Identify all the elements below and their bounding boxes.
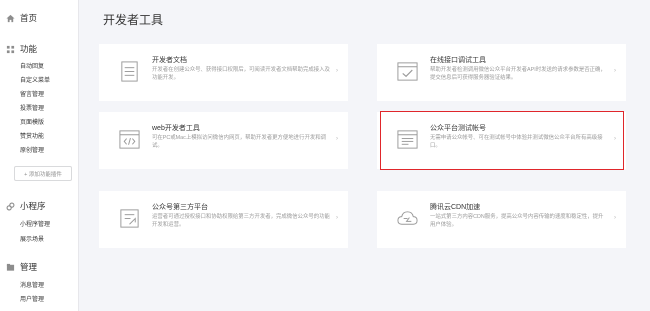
grid-icon bbox=[6, 45, 15, 53]
card-web-devtools[interactable]: web开发者工具 可在PC或Mac上模拟访问微信内网页，帮助开发者更方便地进行开… bbox=[99, 112, 348, 169]
link-icon bbox=[6, 202, 15, 210]
sidebar-item-custom-menu[interactable]: 自定义菜单 bbox=[20, 75, 50, 84]
card-title: 公众号第三方平台 bbox=[152, 204, 208, 211]
home-label: 首页 bbox=[20, 13, 38, 23]
sidebar-item-page-templates[interactable]: 页面模版 bbox=[20, 117, 44, 126]
test-account-icon bbox=[397, 130, 418, 149]
sidebar-item-display-scenes[interactable]: 展示场景 bbox=[20, 234, 44, 243]
card-developer-docs[interactable]: 开发者文档 开发者在创建公众号、获得接口权限后，可阅读开发者文档帮助完成接入及功… bbox=[99, 44, 348, 101]
section-mini-program: 小程序 bbox=[6, 200, 46, 212]
section-title: 管理 bbox=[20, 262, 38, 272]
add-plugin-button[interactable]: + 添加功能插件 bbox=[14, 166, 72, 181]
card-title: 开发者文档 bbox=[152, 57, 187, 64]
card-description: 开发者在创建公众号、获得接口权限后，可阅读开发者文档帮助完成接入及功能开发。 bbox=[152, 67, 330, 81]
card-description: 一站式第三方内容CDN服务，提高公众号内容传输的速度和稳定性，提升用户体验。 bbox=[430, 214, 604, 228]
chevron-right-icon: › bbox=[614, 68, 616, 74]
sidebar-item-mini-program-manage[interactable]: 小程序管理 bbox=[20, 219, 50, 228]
section-title: 小程序 bbox=[20, 201, 46, 211]
sidebar-item-messages[interactable]: 消息管理 bbox=[20, 280, 44, 289]
card-title: 腾讯云CDN加速 bbox=[430, 204, 481, 211]
card-third-party-platform[interactable]: 公众号第三方平台 运营者可通过授权接口和协助权限给第三方开发者，完成微信公众号的… bbox=[99, 191, 348, 248]
sidebar-item-home[interactable]: 首页 bbox=[6, 12, 37, 24]
card-test-account[interactable]: 公众平台测试帐号 无需申请公众帐号、可在测试帐号中体验并测试微信公众平台所有高级… bbox=[377, 112, 626, 169]
sidebar-item-reward[interactable]: 赞赏功能 bbox=[20, 131, 44, 140]
debug-check-icon bbox=[397, 62, 418, 81]
card-api-debug-tool[interactable]: 在线接口调试工具 帮助开发者检测调用微信公众平台开发者API时发送的请求参数是否… bbox=[377, 44, 626, 101]
main-content: 开发者工具 开发者文档 开发者在创建公众号、获得接口权限后，可阅读开发者文档帮助… bbox=[79, 0, 650, 311]
folder-icon bbox=[6, 263, 15, 271]
page-title: 开发者工具 bbox=[103, 13, 164, 27]
section-title: 功能 bbox=[20, 44, 38, 54]
sidebar: 首页 功能 自动回复 自定义菜单 留言管理 投票管理 页面模版 赞赏功能 原创管… bbox=[0, 0, 79, 311]
cloud-icon bbox=[397, 211, 418, 225]
card-description: 运营者可通过授权接口和协助权限给第三方开发者，完成微信公众号的功能开发和运营。 bbox=[152, 214, 330, 228]
code-icon bbox=[119, 130, 140, 149]
third-party-icon bbox=[120, 209, 139, 228]
section-manage: 管理 bbox=[6, 261, 37, 273]
home-icon bbox=[6, 14, 15, 22]
sidebar-item-original[interactable]: 原创管理 bbox=[20, 145, 44, 154]
sidebar-item-auto-reply[interactable]: 自动回复 bbox=[20, 61, 44, 70]
chevron-right-icon: › bbox=[614, 215, 616, 221]
sidebar-item-comments[interactable]: 留言管理 bbox=[20, 89, 44, 98]
card-description: 无需申请公众帐号、可在测试帐号中体验并测试微信公众平台所有高级接口。 bbox=[430, 135, 603, 149]
card-title: 公众平台测试帐号 bbox=[430, 125, 486, 132]
section-functions: 功能 bbox=[6, 43, 37, 55]
chevron-right-icon: › bbox=[336, 215, 338, 221]
card-description: 帮助开发者检测调用微信公众平台开发者API时发送的请求参数是否正确，提交信息后可… bbox=[430, 67, 606, 81]
card-description: 可在PC或Mac上模拟访问微信内网页，帮助开发者更方便地进行开发和调试。 bbox=[152, 135, 327, 149]
card-tencent-cdn[interactable]: 腾讯云CDN加速 一站式第三方内容CDN服务，提高公众号内容传输的速度和稳定性，… bbox=[377, 191, 626, 248]
chevron-right-icon: › bbox=[614, 136, 616, 142]
sidebar-item-users[interactable]: 用户管理 bbox=[20, 294, 44, 303]
chevron-right-icon: › bbox=[336, 136, 338, 142]
sidebar-item-votes[interactable]: 投票管理 bbox=[20, 103, 44, 112]
card-title: 在线接口调试工具 bbox=[430, 57, 486, 64]
card-title: web开发者工具 bbox=[152, 125, 200, 132]
document-icon bbox=[121, 61, 138, 82]
chevron-right-icon: › bbox=[336, 68, 338, 74]
